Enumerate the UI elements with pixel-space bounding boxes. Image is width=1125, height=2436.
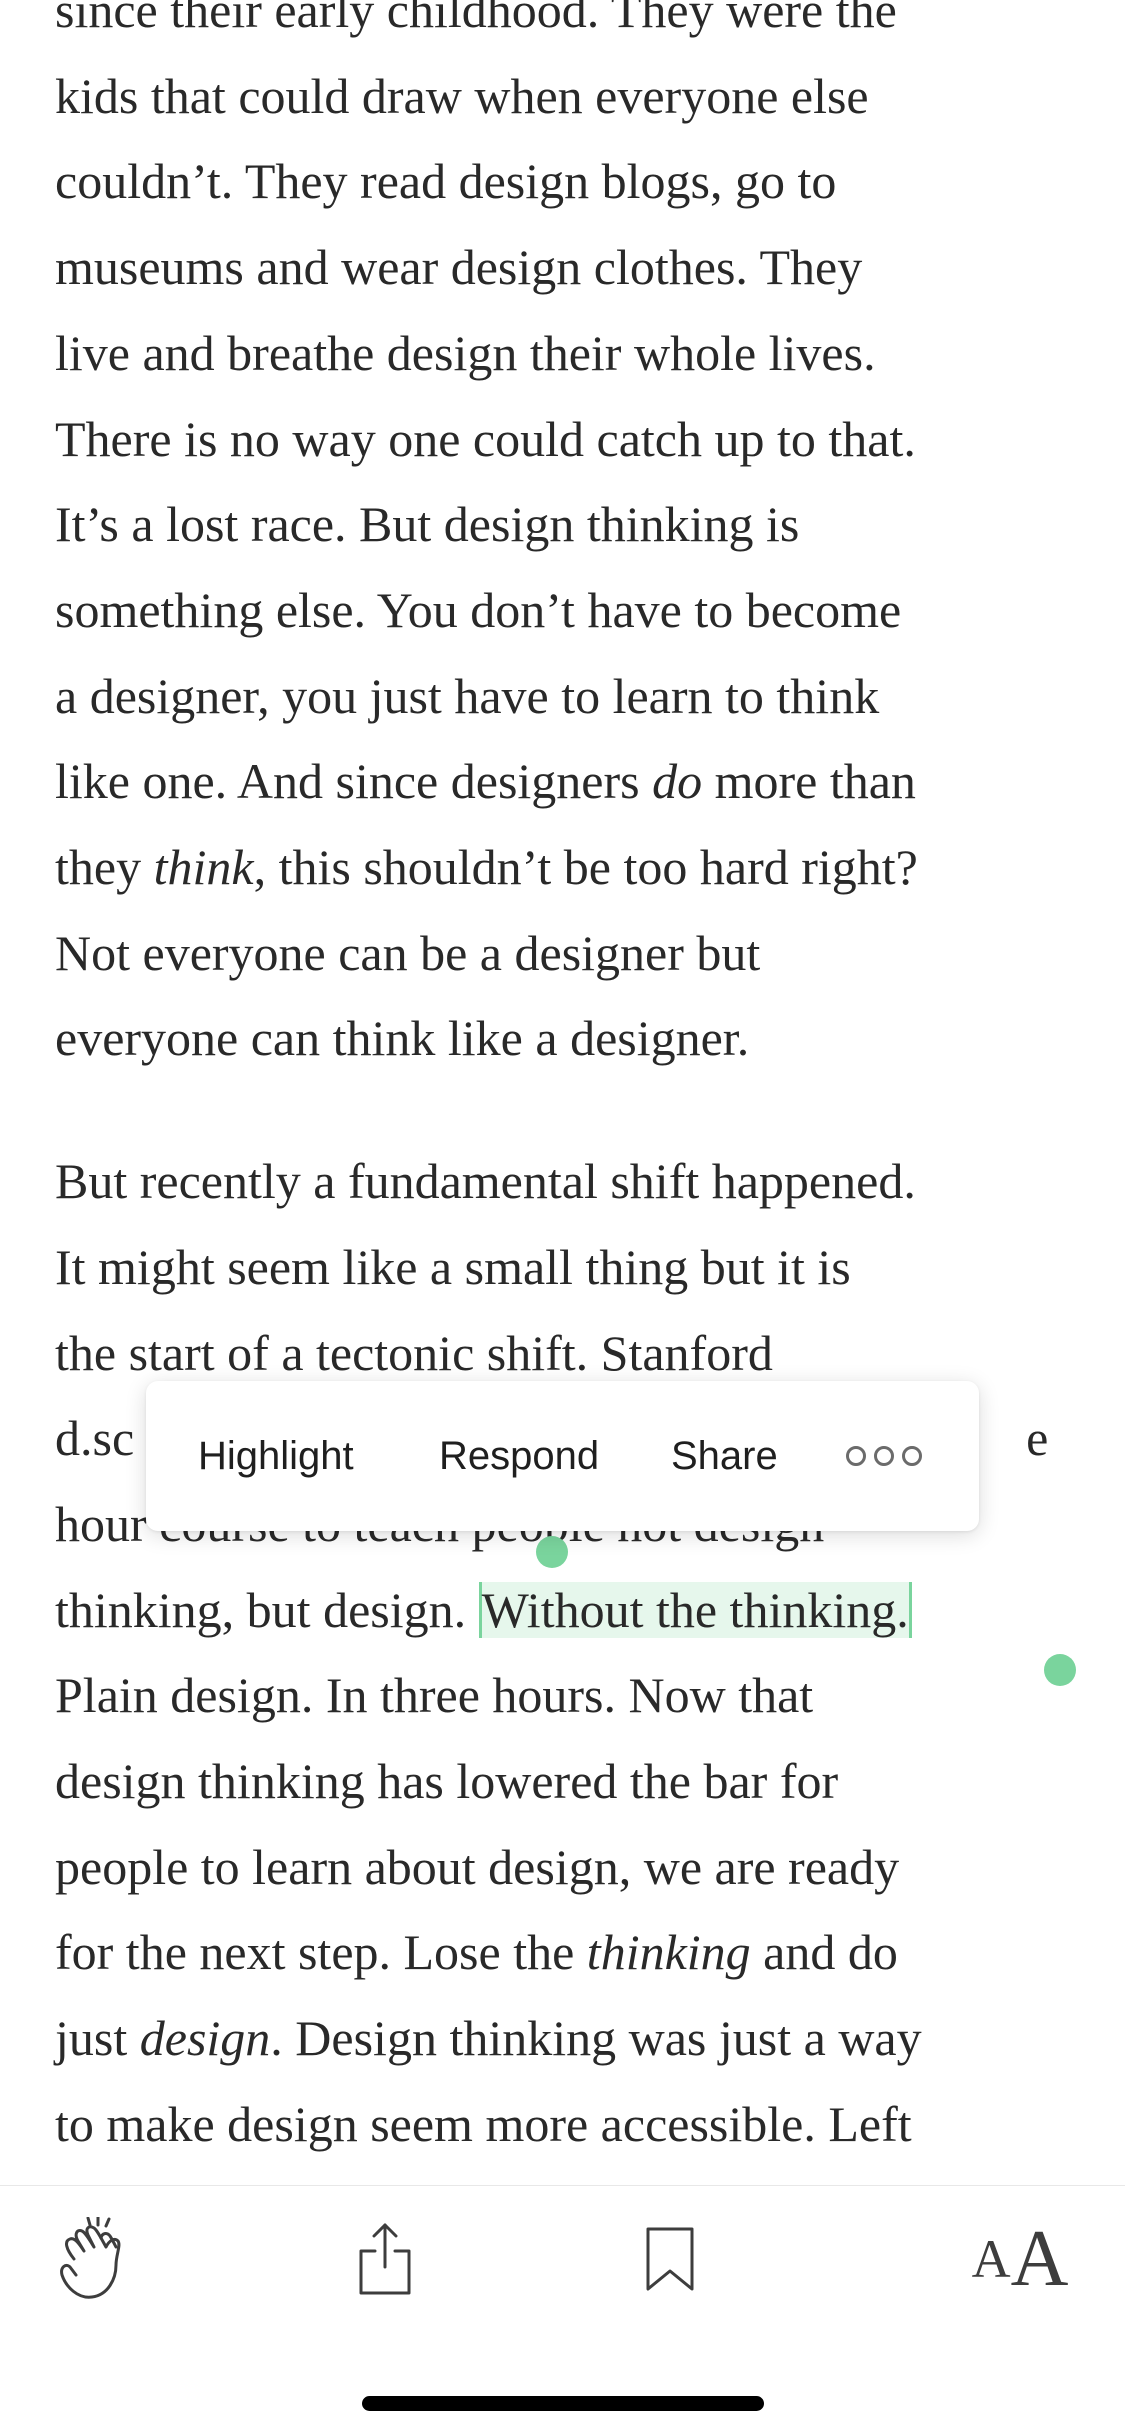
- text-line: they think, this shouldn’t be too hard r…: [55, 825, 1085, 911]
- text-line: something else. You don’t have to become: [55, 581, 902, 638]
- italic-text: do: [652, 753, 703, 810]
- selection-end-handle[interactable]: [1044, 1654, 1076, 1686]
- text-line: for the next step. Lose the thinking and…: [55, 1910, 1085, 1996]
- text-run: they: [55, 839, 154, 896]
- italic-text: think: [153, 839, 254, 896]
- article-paragraph: since their early childhood. They were t…: [55, 0, 1085, 1082]
- text-run: and do: [750, 1924, 898, 1981]
- text-line: like one. And since designers do more th…: [55, 739, 1085, 825]
- text-run: thinking, but design.: [55, 1581, 479, 1638]
- share-article-button[interactable]: [340, 2214, 430, 2304]
- text-line: kids that could draw when everyone else: [55, 67, 869, 124]
- more-options-button[interactable]: [846, 1381, 922, 1531]
- text-line: a designer, you just have to learn to th…: [55, 667, 880, 724]
- text-line: people to learn about design, we are rea…: [55, 1838, 900, 1895]
- share-button[interactable]: Share: [671, 1381, 778, 1531]
- text-line: museums and wear design clothes. They: [55, 239, 863, 296]
- italic-text: thinking: [586, 1924, 751, 1981]
- selected-text[interactable]: Without the thinking.: [478, 1581, 912, 1638]
- text-run: d.sc: [55, 1410, 135, 1467]
- highlight-button[interactable]: Highlight: [198, 1381, 354, 1531]
- text-line: design thinking has lowered the bar for: [55, 1753, 839, 1810]
- home-indicator[interactable]: [362, 2396, 764, 2411]
- text-line: Plain design. In three hours. Now that: [55, 1667, 814, 1724]
- text-line: just design. Design thinking was just a …: [55, 1996, 1085, 2082]
- text-line: live and breathe design their whole live…: [55, 324, 876, 381]
- text-line: But recently a fundamental shift happene…: [55, 1153, 916, 1210]
- text-run: , this shouldn’t be too hard right?: [253, 839, 918, 896]
- italic-text: design: [139, 2010, 271, 2067]
- text-run: for the next step. Lose the: [55, 1924, 587, 1981]
- selection-start-handle[interactable]: [536, 1536, 568, 1568]
- text-line: since their early childhood. They were t…: [55, 0, 897, 38]
- selection-menu: Highlight Respond Share: [146, 1381, 979, 1531]
- text-run: more than: [702, 753, 916, 810]
- font-small-label: A: [971, 2229, 1011, 2289]
- more-horizontal-icon: [846, 1446, 922, 1466]
- text-run: . Design thinking was just a way: [270, 2010, 922, 2067]
- respond-button[interactable]: Respond: [439, 1381, 599, 1531]
- text-run: like one. And since designers: [55, 753, 653, 810]
- font-large-label: A: [1010, 2214, 1069, 2303]
- text-line: Not everyone can be a designer but: [55, 924, 761, 981]
- article-paragraph: But recently a fundamental shift happene…: [55, 1139, 1085, 2167]
- text-line: everyone can think like a designer.: [55, 1010, 750, 1067]
- text-line: It might seem like a small thing but it …: [55, 1238, 851, 1295]
- bookmark-icon: [646, 2227, 694, 2291]
- clap-icon: [60, 2217, 121, 2299]
- text-line: It’s a lost race. But design thinking is: [55, 496, 800, 553]
- bottom-toolbar: AA: [0, 2185, 1125, 2326]
- bookmark-button[interactable]: [625, 2214, 715, 2304]
- font-size-button[interactable]: AA: [960, 2214, 1080, 2304]
- text-run: just: [55, 2010, 140, 2067]
- text-line: couldn’t. They read design blogs, go to: [55, 153, 837, 210]
- clap-button[interactable]: [50, 2214, 140, 2304]
- article-body: since their early childhood. They were t…: [55, 0, 1085, 2168]
- text-run: e: [1026, 1410, 1049, 1467]
- share-icon: [359, 2223, 411, 2295]
- text-line: thinking, but design. Without the thinki…: [55, 1568, 1085, 1654]
- text-line: to make design seem more accessible. Lef…: [55, 2095, 912, 2152]
- text-line: There is no way one could catch up to th…: [55, 410, 916, 467]
